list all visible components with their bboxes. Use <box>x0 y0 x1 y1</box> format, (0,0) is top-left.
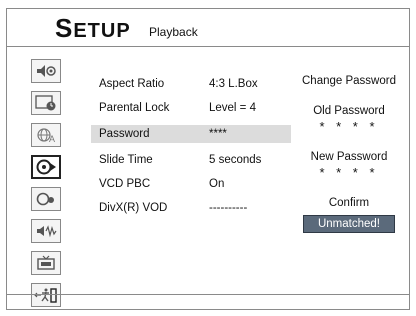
tv-icon <box>37 255 55 270</box>
row-label: Password <box>99 128 150 140</box>
menu-row-aspect-ratio[interactable]: Aspect Ratio 4:3 L.Box <box>91 75 291 93</box>
row-value: 4:3 L.Box <box>209 78 258 90</box>
row-value: Level = 4 <box>209 102 256 114</box>
menu-row-vcd-pbc[interactable]: VCD PBC On <box>91 175 291 193</box>
footer-divider <box>7 294 409 295</box>
header-divider <box>7 46 409 47</box>
title-rest: ETUP <box>73 20 131 42</box>
header: SETUP Playback <box>7 9 409 49</box>
menu-row-password[interactable]: Password **** <box>91 125 291 143</box>
screen-ratio-icon <box>36 192 54 206</box>
menu-row-parental-lock[interactable]: Parental Lock Level = 4 <box>91 99 291 117</box>
globe-language-icon: A <box>37 128 55 143</box>
new-password-label: New Password <box>310 151 388 163</box>
row-label: Parental Lock <box>99 102 170 114</box>
clock-box-icon <box>35 95 56 111</box>
speaker-eye-icon <box>37 65 56 77</box>
change-password-title: Change Password <box>302 75 396 87</box>
old-password-label: Old Password <box>313 105 385 117</box>
sidebar-item-general[interactable] <box>31 59 61 83</box>
old-password-field[interactable]: * * * * <box>291 119 407 134</box>
row-value: **** <box>209 128 227 140</box>
row-label: VCD PBC <box>99 178 151 190</box>
row-label: Slide Time <box>99 154 153 166</box>
audio-speaker-icon <box>37 225 57 238</box>
row-label: Aspect Ratio <box>99 78 165 90</box>
sidebar-item-playback[interactable] <box>31 155 61 179</box>
menu-row-slide-time[interactable]: Slide Time 5 seconds <box>91 151 291 169</box>
sidebar-item-language[interactable]: A <box>31 123 61 147</box>
svg-text:A: A <box>49 134 55 143</box>
setup-window: SETUP Playback A Aspect Ratio 4:3 L.Box … <box>6 8 410 310</box>
exit-icon <box>34 288 57 303</box>
page-title: SETUP <box>55 13 131 44</box>
sidebar-item-exit[interactable] <box>31 283 61 307</box>
row-value: ---------- <box>209 202 248 214</box>
new-password-field[interactable]: * * * * <box>291 165 407 180</box>
confirm-status-badge: Unmatched! <box>303 215 395 233</box>
row-label: DivX(R) VOD <box>99 202 168 214</box>
sidebar-item-display[interactable] <box>31 187 61 211</box>
sidebar-item-clock[interactable] <box>31 91 61 115</box>
menu-row-divx-vod[interactable]: DivX(R) VOD ---------- <box>91 199 291 217</box>
title-initial: S <box>55 13 74 43</box>
row-value: 5 seconds <box>209 154 262 166</box>
confirm-label: Confirm <box>328 197 370 209</box>
row-value: On <box>209 178 225 190</box>
section-label: Playback <box>149 25 198 39</box>
sidebar-item-audio[interactable] <box>31 219 61 243</box>
sidebar-item-tv[interactable] <box>31 251 61 275</box>
playback-disc-icon <box>36 159 56 175</box>
